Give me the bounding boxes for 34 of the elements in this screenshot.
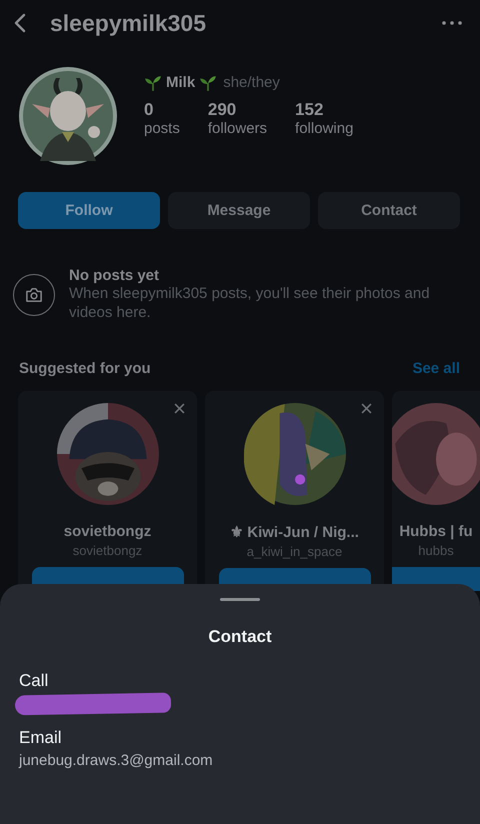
stat-count: 0 xyxy=(144,100,154,120)
drag-handle[interactable] xyxy=(220,598,260,601)
suggestion-username: hubbs xyxy=(418,543,454,558)
suggestion-username: a_kiwi_in_space xyxy=(246,544,342,559)
action-button[interactable]: Message xyxy=(168,192,310,229)
contact-label[interactable]: Call xyxy=(19,671,461,691)
display-name: Milk xyxy=(166,74,196,91)
empty-title: No posts yet xyxy=(69,267,160,284)
suggestion-card[interactable]: Hubbs | fu hubbs xyxy=(392,391,480,591)
close-icon[interactable] xyxy=(361,403,372,414)
section-title: Suggested for you xyxy=(19,360,151,377)
stat-count: 152 xyxy=(295,100,324,120)
follow-button[interactable]: Follow xyxy=(18,192,160,229)
action-button[interactable]: Contact xyxy=(318,192,460,229)
contact-label[interactable]: Email xyxy=(19,728,461,748)
camera-icon xyxy=(13,274,55,316)
empty-description: When sleepymilk305 posts, you'll see their photos and videos here. xyxy=(69,284,431,322)
more-options-icon[interactable] xyxy=(442,21,462,25)
suggestion-name: Hubbs | fu xyxy=(399,523,473,540)
profile-username: sleepymilk305 xyxy=(50,10,208,36)
stat-label: posts xyxy=(144,120,180,136)
stat-label: following xyxy=(295,120,354,136)
suggestion-username: sovietbongz xyxy=(72,543,142,558)
back-icon[interactable] xyxy=(14,13,26,33)
sheet-title: Contact xyxy=(208,627,272,647)
stat-label: followers xyxy=(208,120,268,136)
email-address[interactable]: junebug.draws.3@gmail.com xyxy=(19,752,461,769)
seedling-icon xyxy=(144,74,162,92)
close-icon[interactable] xyxy=(174,403,185,414)
stat-count: 290 xyxy=(208,100,238,120)
seedling-icon xyxy=(199,74,218,92)
suggestion-name: sovietbongz xyxy=(64,523,152,540)
pronouns: she/they xyxy=(223,74,280,91)
suggestion-name: ⚜ Kiwi-Jun / Nig... xyxy=(230,523,359,541)
